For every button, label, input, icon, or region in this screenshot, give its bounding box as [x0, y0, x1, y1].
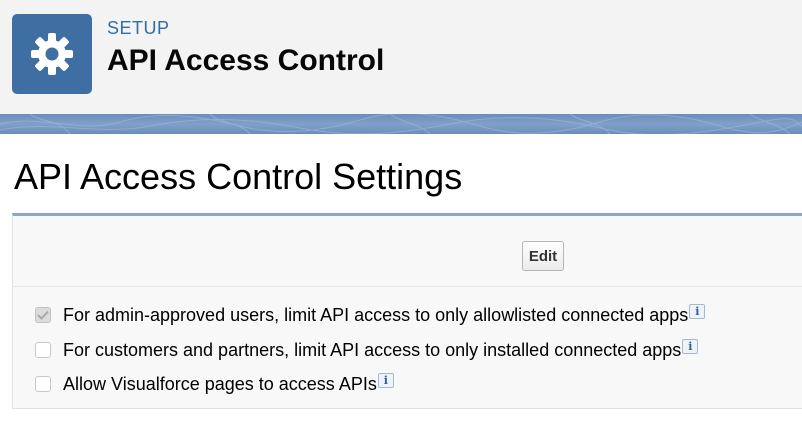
option-customers-partners: For customers and partners, limit API ac…	[35, 338, 699, 362]
section-title: API Access Control Settings	[14, 156, 463, 197]
option-label: For customers and partners, limit API ac…	[63, 339, 682, 360]
info-icon[interactable]: i	[689, 303, 706, 319]
info-icon[interactable]: i	[377, 372, 394, 388]
breadcrumb-setup[interactable]: SETUP	[107, 18, 170, 39]
admin-approved-checkbox[interactable]	[35, 307, 51, 323]
settings-panel: Edit For admin-approved users, limit API…	[12, 213, 802, 409]
visualforce-checkbox[interactable]	[35, 376, 51, 392]
edit-button[interactable]: Edit	[522, 241, 564, 271]
setup-icon-tile	[12, 14, 92, 94]
button-bar: Edit	[13, 216, 802, 287]
page-title: API Access Control	[107, 44, 385, 77]
gear-icon	[31, 33, 73, 75]
option-visualforce-apis: Allow Visualforce pages to access APIs i	[35, 372, 394, 396]
decorative-banner	[0, 114, 802, 134]
customers-partners-checkbox[interactable]	[35, 342, 51, 358]
checkmark-icon	[37, 310, 49, 320]
page-header: SETUP API Access Control	[0, 0, 802, 115]
info-icon[interactable]: i	[682, 338, 699, 354]
option-label: For admin-approved users, limit API acce…	[63, 304, 689, 325]
option-admin-approved-users: For admin-approved users, limit API acce…	[35, 303, 706, 327]
option-label: Allow Visualforce pages to access APIs	[63, 373, 377, 394]
